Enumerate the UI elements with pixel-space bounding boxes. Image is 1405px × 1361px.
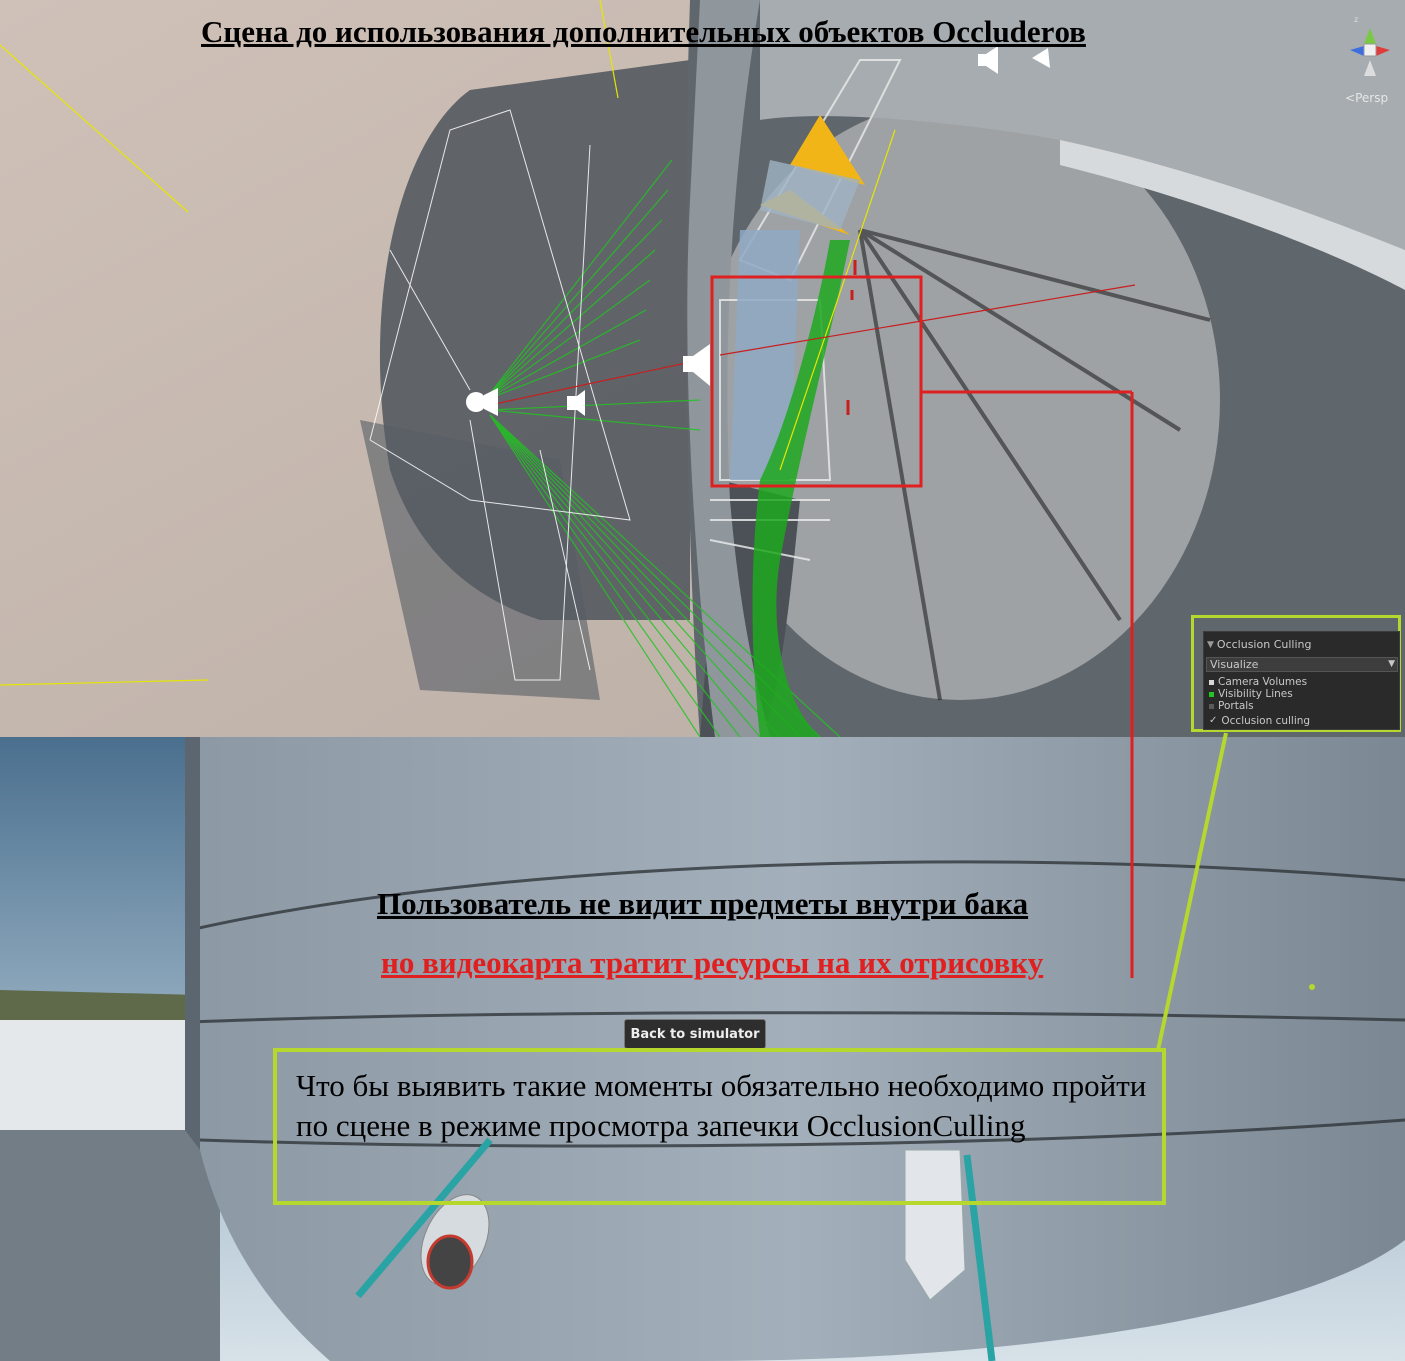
visualize-dropdown[interactable]: Visualize ▼ — [1206, 657, 1398, 672]
note-text: Что бы выявить такие моменты обязательно… — [296, 1068, 1147, 1143]
occlusion-panel-title: Occlusion Culling — [1216, 638, 1312, 651]
visibility-lines-swatch — [1209, 691, 1214, 697]
legend-label: Portals — [1218, 700, 1254, 712]
camera-volumes-swatch — [1209, 679, 1214, 685]
scene-gizmo-icon[interactable]: z — [1340, 10, 1400, 90]
portals-swatch — [1209, 703, 1214, 709]
legend-camera-volumes: Camera Volumes — [1209, 676, 1307, 688]
collapse-triangle-icon[interactable]: ▼ — [1207, 640, 1214, 650]
checkmark-icon: ✓ — [1209, 715, 1218, 726]
toggle-label: Occlusion culling — [1221, 715, 1311, 727]
visualize-dropdown-value: Visualize — [1210, 658, 1259, 671]
back-to-simulator-button[interactable]: Back to simulator — [624, 1019, 766, 1049]
svg-text:z: z — [1354, 15, 1358, 24]
legend-label: Visibility Lines — [1218, 688, 1293, 700]
occlusion-culling-panel: ▼ Occlusion Culling Visualize ▼ Camera V… — [1203, 631, 1400, 730]
occlusion-culling-toggle[interactable]: ✓ Occlusion culling — [1209, 715, 1310, 727]
gpu-wastes-caption: но видеокарта тратит ресурсы на их отрис… — [381, 945, 1044, 980]
legend-visibility-lines: Visibility Lines — [1209, 688, 1293, 700]
legend-portals: Portals — [1209, 700, 1254, 712]
user-cannot-see-caption: Пользователь не видит предметы внутри ба… — [377, 886, 1029, 921]
dropdown-arrow-icon: ▼ — [1388, 659, 1395, 669]
projection-label[interactable]: <Persp — [1345, 91, 1388, 105]
legend-label: Camera Volumes — [1218, 676, 1308, 688]
scene-title: Сцена до использования дополнительных об… — [201, 14, 1086, 49]
